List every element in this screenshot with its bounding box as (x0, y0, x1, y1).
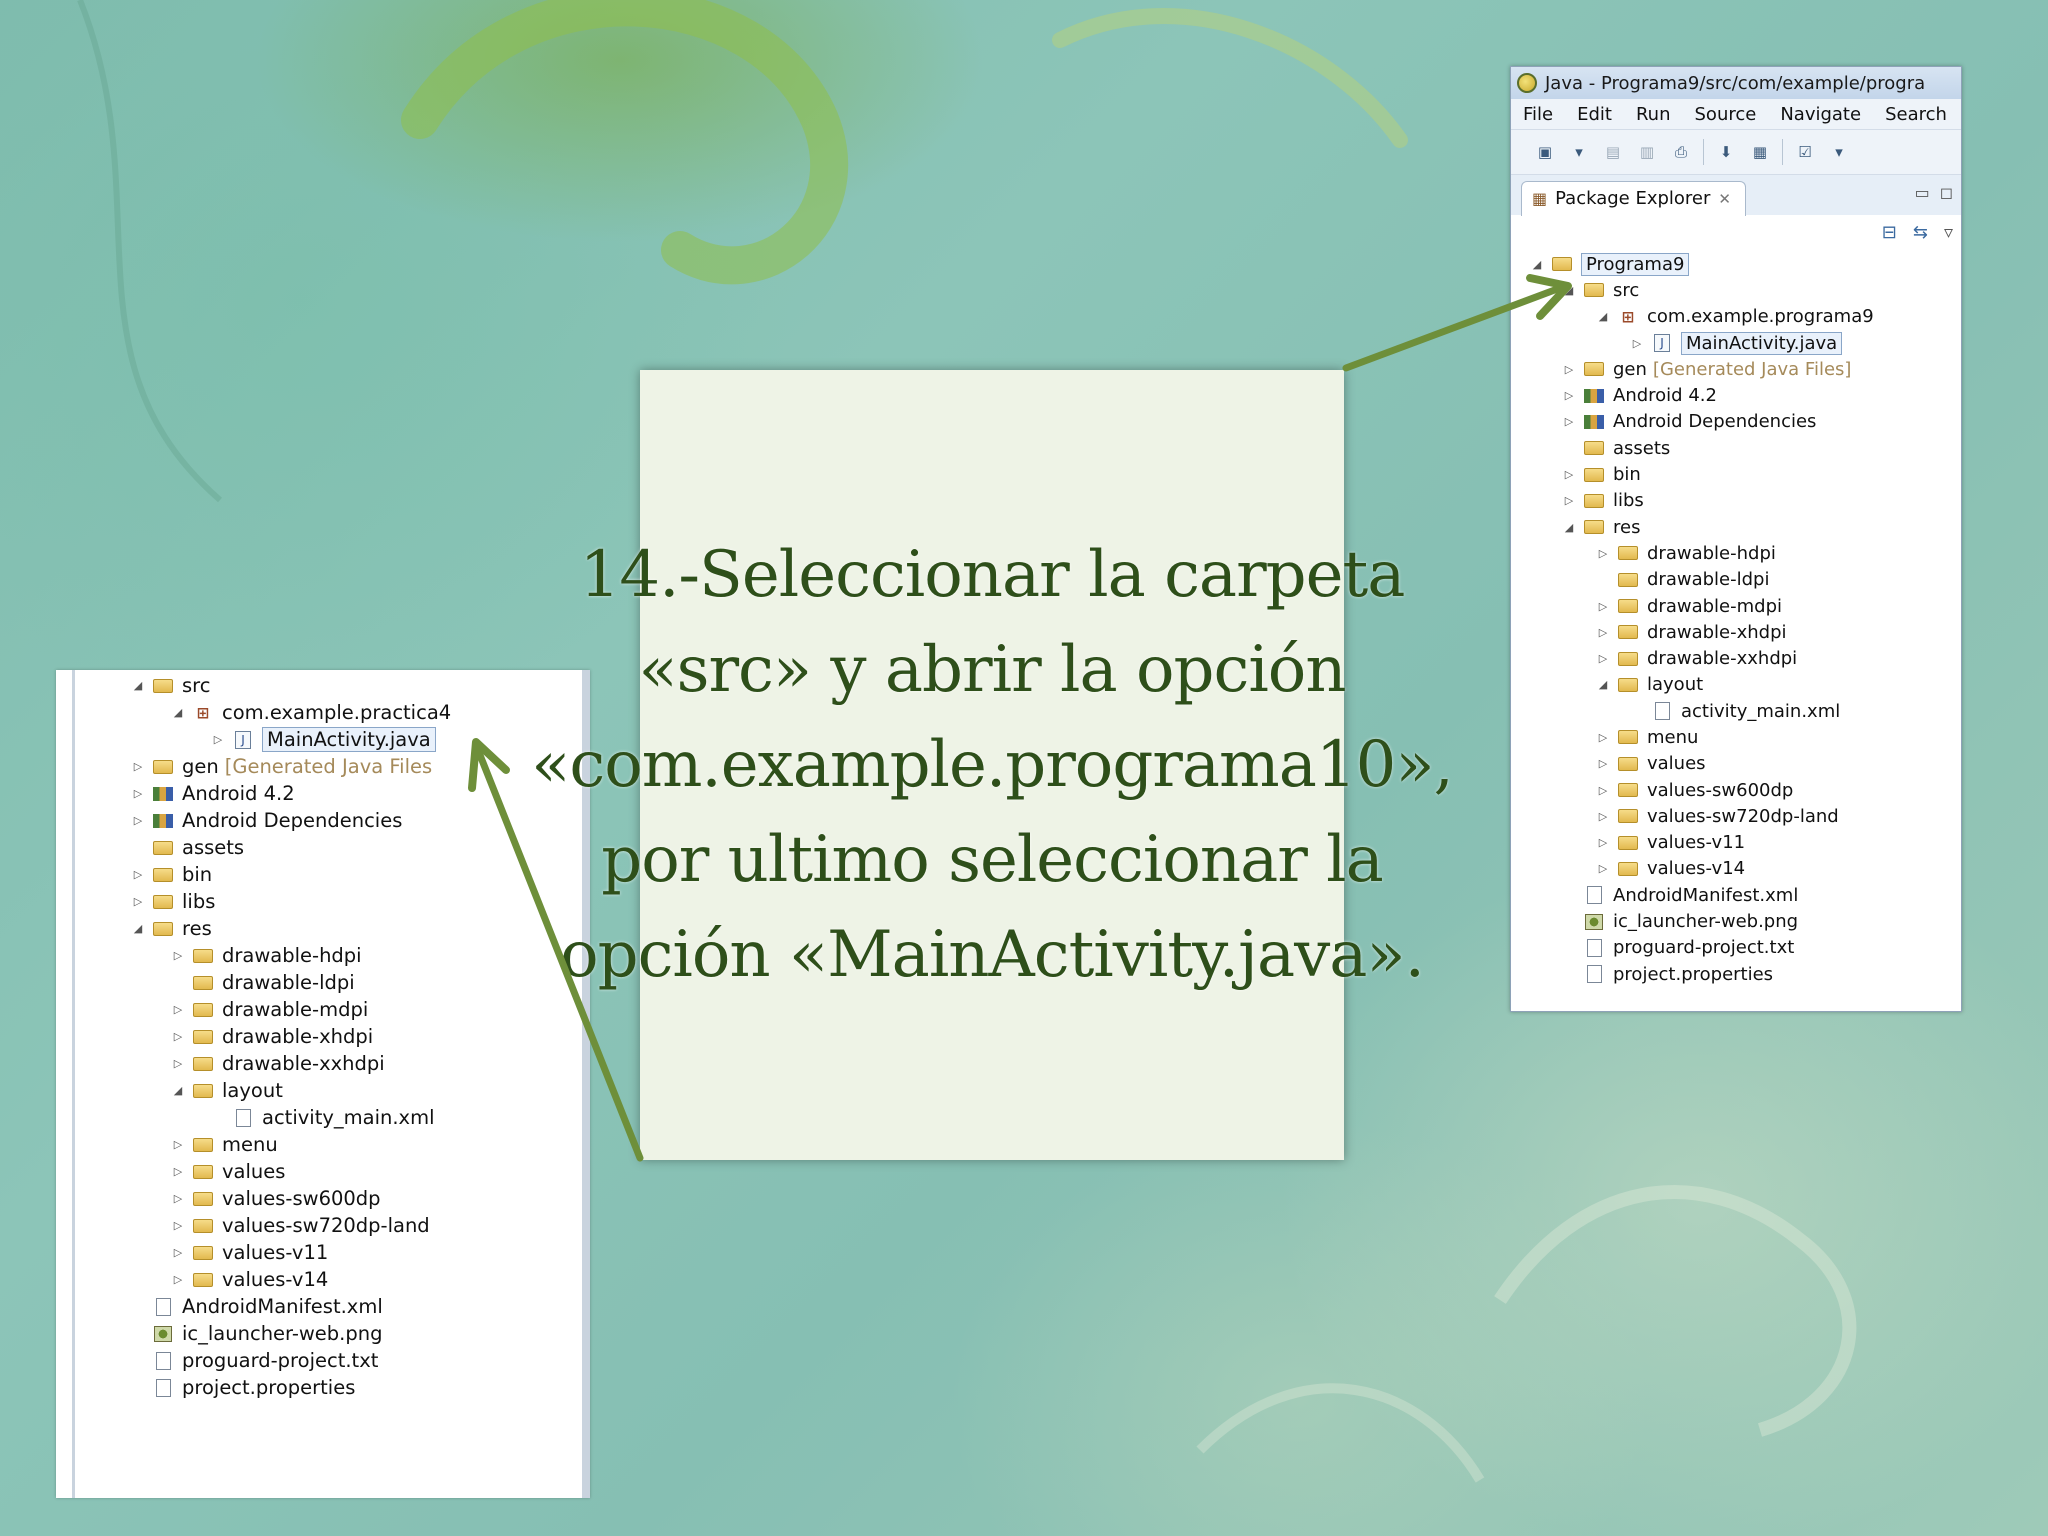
arrow-to-right-window (1342, 274, 1572, 372)
arrow-to-left-panel (468, 738, 644, 1162)
arrows-layer (468, 274, 1572, 1162)
